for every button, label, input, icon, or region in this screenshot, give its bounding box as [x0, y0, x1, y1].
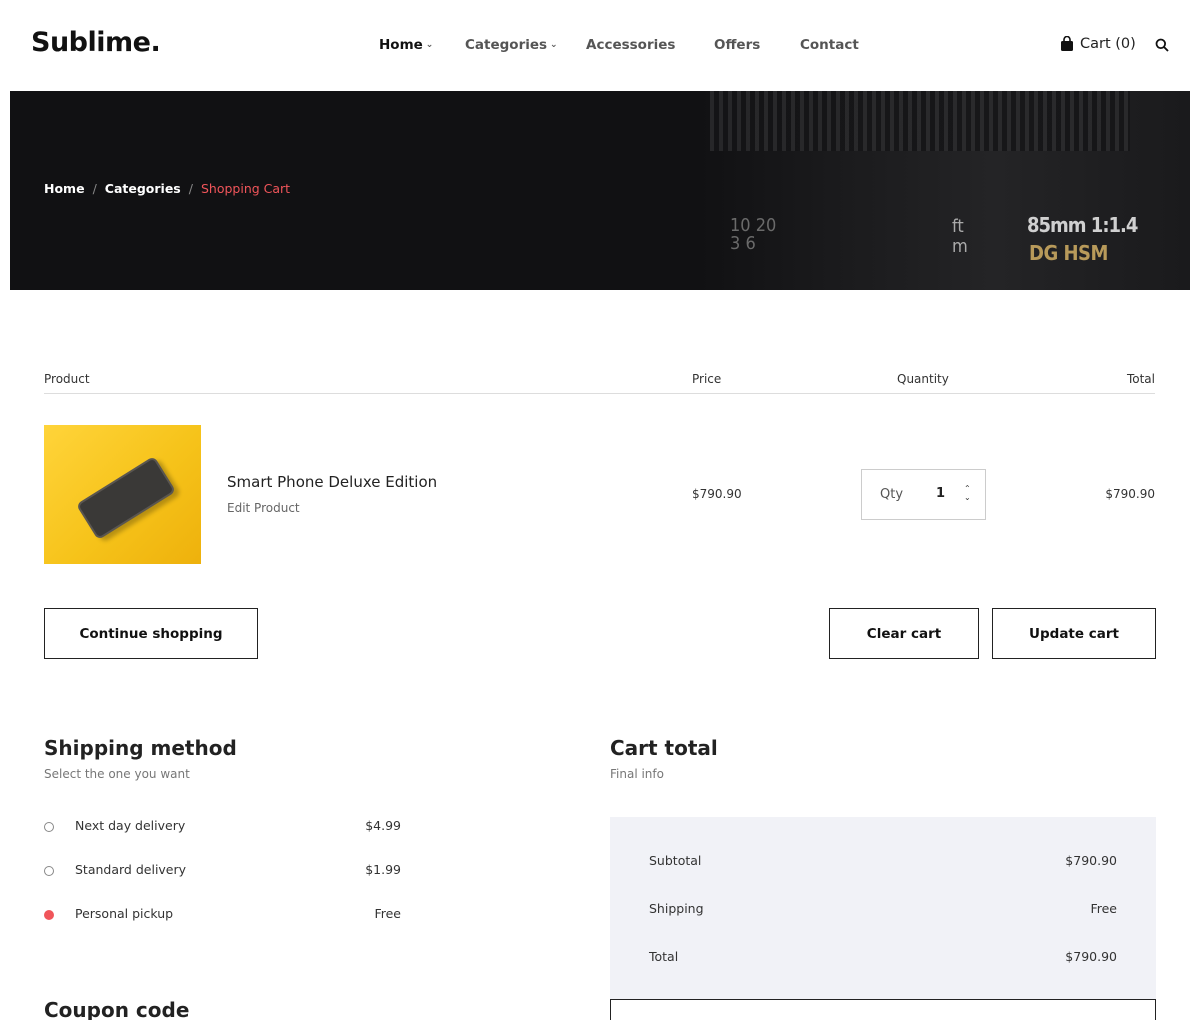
- cart-total-row-total: Total $790.90: [649, 949, 1117, 964]
- breadcrumb-current: Shopping Cart: [200, 181, 291, 196]
- quantity-stepper: Qty 1 ⌃ ⌄: [861, 469, 986, 520]
- row-value: Free: [1090, 901, 1117, 916]
- radio-button[interactable]: [44, 866, 54, 876]
- chevron-down-icon: ⌄: [550, 40, 558, 50]
- shipping-subtitle: Select the one you want: [44, 767, 190, 781]
- update-cart-button[interactable]: Update cart: [992, 608, 1156, 659]
- search-button[interactable]: [1155, 37, 1169, 56]
- chevron-up-icon[interactable]: ⌃: [964, 484, 971, 493]
- qty-input[interactable]: 1: [936, 486, 956, 501]
- header-price: Price: [692, 372, 722, 386]
- shipping-option-standard[interactable]: Standard delivery $1.99: [44, 862, 401, 882]
- header-product: Product: [44, 372, 90, 386]
- nav-contact-label: Contact: [800, 37, 859, 53]
- search-icon: [1155, 38, 1169, 52]
- cart-total-panel: Subtotal $790.90 Shipping Free Total $79…: [610, 817, 1156, 1002]
- chevron-down-icon[interactable]: ⌄: [964, 493, 971, 502]
- breadcrumb-separator: /: [188, 181, 193, 196]
- row-total: $790.90: [1105, 487, 1155, 501]
- lens-ridges: [710, 91, 1130, 151]
- nav-home[interactable]: Home ⌄: [379, 37, 433, 53]
- shopping-bag-icon: [1061, 36, 1073, 51]
- nav-offers[interactable]: Offers: [714, 37, 760, 53]
- row-label: Total: [649, 949, 679, 964]
- shipping-title: Shipping method: [44, 736, 237, 760]
- nav-categories-label: Categories: [465, 37, 548, 53]
- radio-button-selected[interactable]: [44, 910, 54, 920]
- phone-image: [75, 455, 177, 541]
- cart-total-row-shipping: Shipping Free: [649, 901, 1117, 916]
- lens-marking-ft: ft m: [952, 216, 968, 257]
- product-name[interactable]: Smart Phone Deluxe Edition: [227, 473, 437, 491]
- lens-marking-85mm: 85mm 1:1.4: [1027, 213, 1138, 237]
- cart-table-header: Product Price Quantity Total: [44, 372, 1155, 394]
- cart-label: Cart (0): [1080, 36, 1136, 52]
- breadcrumb-categories[interactable]: Categories: [105, 181, 181, 196]
- lens-marking-small: 10 20 3 6: [730, 215, 777, 254]
- row-value: $790.90: [1065, 853, 1117, 868]
- shipping-option-next-day[interactable]: Next day delivery $4.99: [44, 818, 401, 838]
- product-price: $790.90: [692, 487, 742, 501]
- shipping-option-price: $1.99: [365, 862, 401, 877]
- chevron-down-icon: ⌄: [425, 40, 434, 50]
- page-banner: 10 20 3 6 ft m 85mm 1:1.4 DG HSM Home / …: [10, 91, 1190, 290]
- nav-offers-label: Offers: [714, 37, 761, 53]
- row-value: $790.90: [1065, 949, 1117, 964]
- shipping-option-label: Next day delivery: [75, 818, 186, 833]
- breadcrumb: Home / Categories / Shopping Cart: [44, 181, 290, 196]
- product-thumbnail[interactable]: [44, 425, 201, 564]
- nav-categories[interactable]: Categories ⌄: [465, 37, 558, 53]
- coupon-title: Coupon code: [44, 998, 190, 1020]
- cart-total-row-subtotal: Subtotal $790.90: [649, 853, 1117, 868]
- nav-accessories-label: Accessories: [586, 37, 676, 53]
- shipping-option-label: Standard delivery: [75, 862, 187, 877]
- lens-marking-dg: DG HSM: [1029, 241, 1108, 265]
- cart-link[interactable]: Cart (0): [1060, 36, 1136, 52]
- row-label: Subtotal: [649, 853, 702, 868]
- shipping-option-pickup[interactable]: Personal pickup Free: [44, 906, 401, 926]
- cart-total-title: Cart total: [610, 736, 718, 760]
- qty-label: Qty: [880, 487, 904, 502]
- header-quantity: Quantity: [897, 372, 949, 386]
- header-total: Total: [1126, 372, 1155, 386]
- checkout-button[interactable]: [610, 999, 1156, 1020]
- radio-button[interactable]: [44, 822, 54, 832]
- nav-contact[interactable]: Contact: [800, 37, 859, 53]
- clear-cart-button[interactable]: Clear cart: [829, 608, 979, 659]
- cart-total-subtitle: Final info: [610, 767, 664, 781]
- continue-shopping-button[interactable]: Continue shopping: [44, 608, 258, 659]
- lens-image: 10 20 3 6 ft m 85mm 1:1.4 DG HSM: [700, 91, 1190, 290]
- shipping-option-label: Personal pickup: [75, 906, 174, 921]
- breadcrumb-home[interactable]: Home: [44, 181, 85, 196]
- nav-accessories[interactable]: Accessories: [586, 37, 675, 53]
- site-header: Sublime. Home ⌄ Categories ⌄ Accessories…: [0, 0, 1200, 91]
- shipping-option-price: $4.99: [365, 818, 401, 833]
- shipping-option-price: Free: [374, 906, 401, 921]
- qty-arrows: ⌃ ⌄: [964, 484, 971, 502]
- logo[interactable]: Sublime.: [31, 27, 161, 58]
- nav-home-label: Home: [379, 37, 423, 53]
- row-label: Shipping: [649, 901, 704, 916]
- cart-item-row: Smart Phone Deluxe Edition Edit Product …: [44, 425, 1155, 564]
- edit-product-link[interactable]: Edit Product: [227, 501, 300, 515]
- breadcrumb-separator: /: [92, 181, 97, 196]
